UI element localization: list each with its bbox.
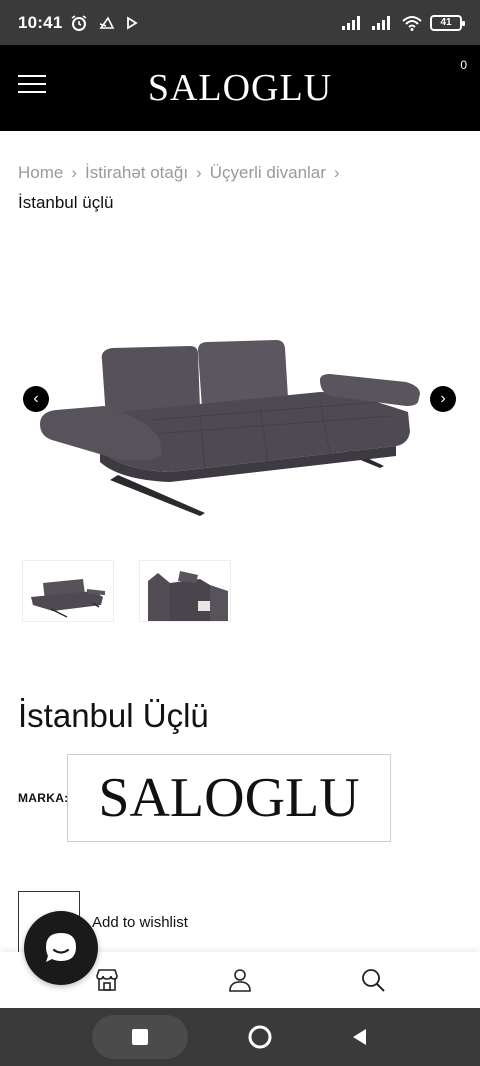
recents-icon[interactable] [92, 1015, 188, 1059]
brand-logo[interactable]: SALOGLU [67, 754, 391, 842]
breadcrumb-subcategory[interactable]: Üçyerli divanlar [210, 163, 326, 182]
chevron-left-icon: ‹ [33, 390, 39, 407]
breadcrumb-category[interactable]: İstirahət otağı [85, 163, 188, 182]
home-icon[interactable] [232, 1015, 288, 1059]
thumbnail-image [31, 579, 105, 618]
notification-icon [99, 15, 115, 29]
wifi-icon [402, 15, 422, 31]
cart-count[interactable]: 0 [460, 58, 467, 72]
chevron-right-icon: › [196, 163, 202, 182]
battery-level: 41 [440, 17, 452, 28]
back-icon[interactable] [332, 1015, 388, 1059]
thumbnail-2[interactable] [139, 560, 231, 622]
product-image[interactable] [0, 320, 480, 530]
status-bar: 10:41 41 [0, 0, 480, 45]
gallery-next-button[interactable]: › [430, 386, 456, 412]
chat-button[interactable] [24, 911, 98, 985]
chevron-right-icon: › [71, 163, 78, 182]
gallery-prev-button[interactable]: ‹ [23, 386, 49, 412]
status-time: 10:41 [18, 12, 63, 32]
site-logo[interactable]: SALOGLU [148, 66, 332, 110]
system-nav [0, 1008, 480, 1066]
chat-icon [46, 933, 76, 962]
search-icon[interactable] [353, 960, 393, 1000]
chevron-right-icon: › [333, 163, 340, 182]
alarm-icon [72, 14, 87, 31]
hamburger-icon[interactable] [18, 75, 46, 97]
signal-icon [342, 15, 360, 30]
battery-icon: 41 [430, 14, 465, 31]
play-icon [127, 15, 139, 30]
site-header: SALOGLU 0 [0, 45, 480, 131]
product-title: İstanbul Üçlü [18, 697, 209, 734]
breadcrumb-home[interactable]: Home [18, 163, 63, 182]
breadcrumb-current: İstanbul üçlü [18, 193, 114, 212]
status-system-icons: 41 [342, 14, 465, 31]
brand-label: MARKA: [18, 791, 69, 805]
brand-row: MARKA: SALOGLU [18, 754, 391, 842]
product-gallery[interactable]: ‹ › [0, 320, 480, 530]
thumbnail-image [148, 571, 228, 621]
add-to-wishlist-link[interactable]: Add to wishlist [92, 914, 188, 931]
thumbnail-1[interactable] [22, 560, 114, 622]
breadcrumb: Home › İstirahət otağı › Üçyerli divanlar › İ… [18, 158, 468, 218]
signal-icon [372, 15, 390, 30]
user-icon[interactable] [220, 960, 260, 1000]
chevron-right-icon: › [440, 390, 446, 407]
status-notifications [70, 14, 139, 32]
gallery-thumbnails [22, 560, 231, 622]
